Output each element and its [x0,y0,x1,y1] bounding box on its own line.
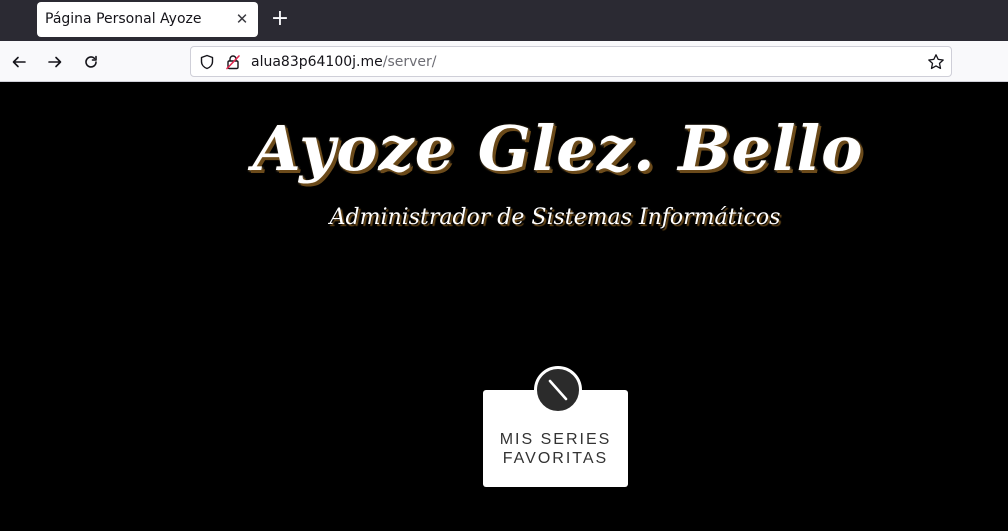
back-arrow-icon[interactable] [6,49,32,75]
shield-icon[interactable] [199,54,215,70]
tab-title: Página Personal Ayoze [45,11,202,27]
tab-strip: Página Personal Ayoze ✕ + [0,0,1008,41]
insecure-lock-icon[interactable] [225,54,241,70]
page-title: Ayoze Glez. Bello [252,112,864,185]
tab-close-icon[interactable]: ✕ [231,8,253,30]
url-path: /server/ [382,54,437,70]
url-text[interactable]: alua83p64100j.me/server/ [251,54,437,70]
forward-arrow-icon[interactable] [42,49,68,75]
pencil-slash-icon[interactable] [534,366,582,414]
page-subtitle: Administrador de Sistemas Informáticos [329,205,781,230]
url-host: alua83p64100j.me [251,54,383,70]
bookmark-star-icon[interactable] [927,53,945,71]
card-label: MIS SERIES FAVORITAS [499,431,612,467]
active-tab[interactable]: Página Personal Ayoze ✕ [37,2,258,37]
page-content: Ayoze Glez. Bello Administrador de Siste… [0,82,1008,531]
navigation-toolbar: alua83p64100j.me/server/ [0,41,1008,82]
reload-icon[interactable] [78,49,104,75]
url-bar[interactable]: alua83p64100j.me/server/ [190,46,952,77]
new-tab-icon[interactable]: + [268,8,292,32]
